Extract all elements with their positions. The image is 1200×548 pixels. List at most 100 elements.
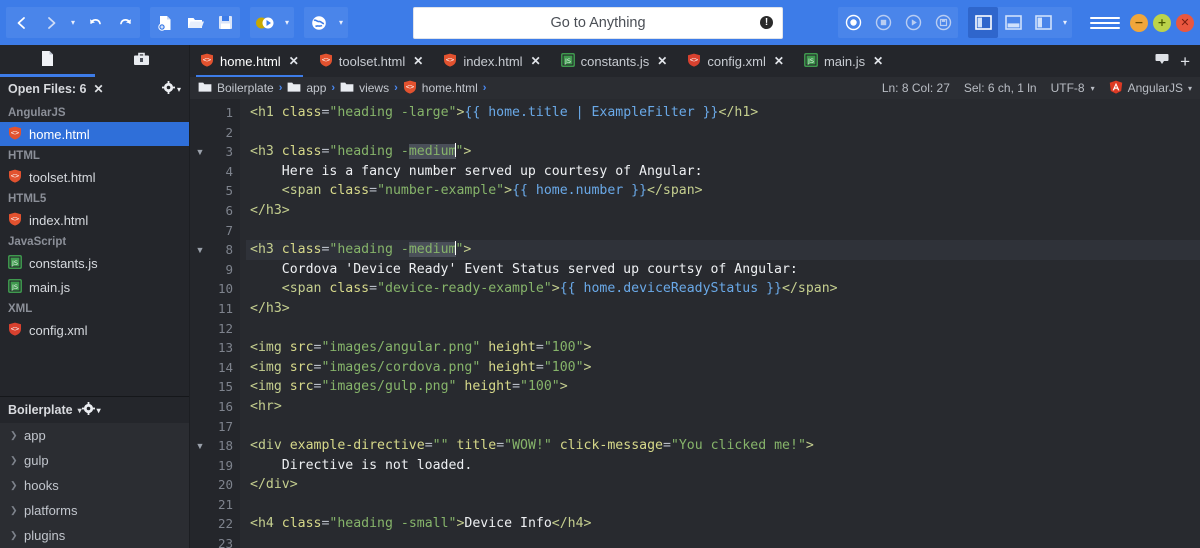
- code-line[interactable]: [246, 534, 1200, 548]
- open-files-settings-button[interactable]: ▾: [161, 81, 181, 97]
- project-tree-item[interactable]: ❯ gulp: [0, 448, 189, 473]
- chevron-right-icon[interactable]: ❯: [10, 430, 18, 441]
- chevron-right-icon[interactable]: ❯: [10, 480, 18, 491]
- code-line[interactable]: <h4 class="heading -small">Device Info</…: [246, 514, 1200, 534]
- breadcrumb-item[interactable]: <> home.html: [403, 80, 478, 97]
- code-line[interactable]: [246, 319, 1200, 339]
- code-line[interactable]: </h3>: [246, 299, 1200, 319]
- open-file-item[interactable]: <> index.html: [0, 208, 189, 232]
- code-line[interactable]: <span class="device-ready-example">{{ ho…: [246, 279, 1200, 299]
- code-line[interactable]: Directive is not loaded.: [246, 456, 1200, 476]
- code-line[interactable]: <span class="number-example">{{ home.num…: [246, 181, 1200, 201]
- fold-toggle-icon[interactable]: ▼: [190, 142, 210, 162]
- macro-save-icon[interactable]: [928, 7, 958, 38]
- code-line[interactable]: Here is a fancy number served up courtes…: [246, 162, 1200, 182]
- undo-icon[interactable]: [80, 7, 110, 38]
- maximize-button[interactable]: +: [1153, 13, 1171, 32]
- code-line[interactable]: <h3 class="heading -medium">: [246, 142, 1200, 162]
- open-file-item[interactable]: <> toolset.html: [0, 165, 189, 189]
- code-line[interactable]: <hr>: [246, 397, 1200, 417]
- toggle-bottom-pane-icon[interactable]: [998, 7, 1028, 38]
- panes-chevron-down-icon[interactable]: ▾: [1058, 7, 1072, 38]
- open-file-item[interactable]: JS main.js: [0, 275, 189, 299]
- editor-tab[interactable]: <> index.html ✕: [433, 45, 550, 77]
- breadcrumb-item[interactable]: Boilerplate: [198, 81, 274, 96]
- code-line[interactable]: [246, 417, 1200, 437]
- line-number: 2: [225, 124, 233, 140]
- minimize-button[interactable]: −: [1130, 13, 1148, 32]
- project-tree-item[interactable]: ❯ plugins: [0, 523, 189, 548]
- breadcrumb-status-bar: Boilerplate › app › views › <> home.html › Ln: 8…: [190, 77, 1200, 99]
- chevron-down-icon[interactable]: ▾: [66, 7, 80, 38]
- info-icon[interactable]: !: [760, 16, 773, 29]
- close-button[interactable]: ✕: [1176, 13, 1194, 32]
- code-line[interactable]: <h1 class="heading -large">{{ home.title…: [246, 103, 1200, 123]
- close-icon[interactable]: ✕: [413, 54, 423, 68]
- encoding-chevron-down-icon[interactable]: ▾: [1091, 84, 1095, 93]
- run-chevron-down-icon[interactable]: ▾: [280, 7, 294, 38]
- editor-tab[interactable]: <> config.xml ✕: [677, 45, 794, 77]
- sidebar-tab-toolbox[interactable]: [95, 45, 190, 77]
- preview-chevron-down-icon[interactable]: ▾: [334, 7, 348, 38]
- code-line[interactable]: </div>: [246, 475, 1200, 495]
- fold-toggle-icon[interactable]: ▼: [190, 240, 210, 260]
- redo-icon[interactable]: [110, 7, 140, 38]
- toggle-right-pane-icon[interactable]: [1028, 7, 1058, 38]
- code-line[interactable]: [246, 123, 1200, 143]
- toggle-left-pane-icon[interactable]: [968, 7, 998, 38]
- breadcrumb-item[interactable]: app: [287, 81, 326, 96]
- close-icon[interactable]: ✕: [774, 54, 784, 68]
- chevron-right-icon[interactable]: ❯: [10, 505, 18, 516]
- code-line[interactable]: </h3>: [246, 201, 1200, 221]
- new-file-icon[interactable]: [150, 7, 180, 38]
- macro-play-icon[interactable]: [898, 7, 928, 38]
- save-file-icon[interactable]: [210, 7, 240, 38]
- editor-tab[interactable]: JS main.js ✕: [794, 45, 893, 77]
- close-icon[interactable]: ✕: [657, 54, 667, 68]
- editor-tab[interactable]: JS constants.js ✕: [551, 45, 678, 77]
- editor-tab[interactable]: <> toolset.html ✕: [309, 45, 434, 77]
- code-editor[interactable]: ▼ ▼ ▼ 1 2 3 4 5 6 7 8 9 10 11 12 13 14 15 16 17 18 19 20 21 22 2…: [190, 99, 1200, 548]
- line-number: 7: [225, 222, 233, 238]
- open-file-item[interactable]: <> home.html: [0, 122, 189, 146]
- project-settings-button[interactable]: ▾: [81, 402, 101, 418]
- fold-toggle-icon[interactable]: ▼: [190, 436, 210, 456]
- code-token: </h3>: [250, 202, 290, 218]
- hamburger-menu-icon[interactable]: [1090, 11, 1120, 35]
- code-line[interactable]: [246, 221, 1200, 241]
- open-file-item[interactable]: <> config.xml: [0, 318, 189, 342]
- code-line[interactable]: <img src="images/cordova.png" height="10…: [246, 358, 1200, 378]
- editor-tab[interactable]: <> home.html ✕: [190, 45, 309, 77]
- globe-icon[interactable]: [304, 7, 334, 38]
- close-all-files-icon[interactable]: ✕: [94, 82, 104, 96]
- sidebar-tab-files[interactable]: [0, 45, 95, 77]
- code-line[interactable]: Cordova 'Device Ready' Event Status serv…: [246, 260, 1200, 280]
- code-line[interactable]: [246, 495, 1200, 515]
- forward-icon[interactable]: [36, 7, 66, 38]
- close-icon[interactable]: ✕: [531, 54, 541, 68]
- go-to-anything-input[interactable]: Go to Anything !: [413, 6, 783, 39]
- chevron-right-icon[interactable]: ❯: [10, 530, 18, 541]
- project-tree-item[interactable]: ❯ platforms: [0, 498, 189, 523]
- chevron-right-icon[interactable]: ❯: [10, 455, 18, 466]
- breadcrumb-item[interactable]: views: [340, 81, 389, 96]
- open-file-item[interactable]: JS constants.js: [0, 251, 189, 275]
- close-icon[interactable]: ✕: [289, 54, 299, 68]
- macro-stop-icon[interactable]: [868, 7, 898, 38]
- macro-record-icon[interactable]: [838, 7, 868, 38]
- project-tree-item[interactable]: ❯ hooks: [0, 473, 189, 498]
- close-icon[interactable]: ✕: [873, 54, 883, 68]
- language-selector[interactable]: AngularJS ▾: [1109, 80, 1192, 97]
- run-command-icon[interactable]: [250, 7, 280, 38]
- code-content[interactable]: <h1 class="heading -large">{{ home.title…: [240, 99, 1200, 548]
- code-line[interactable]: <h3 class="heading -medium">: [246, 240, 1200, 260]
- new-tab-icon[interactable]: +: [1180, 53, 1190, 70]
- code-line[interactable]: <div example-directive="" title="WOW!" c…: [246, 436, 1200, 456]
- code-line[interactable]: <img src="images/gulp.png" height="100">: [246, 377, 1200, 397]
- back-icon[interactable]: [6, 7, 36, 38]
- code-line[interactable]: <img src="images/angular.png" height="10…: [246, 338, 1200, 358]
- encoding-selector[interactable]: UTF-8: [1051, 81, 1085, 95]
- open-file-icon[interactable]: [180, 7, 210, 38]
- project-tree-item[interactable]: ❯ app: [0, 423, 189, 448]
- tab-list-icon[interactable]: [1154, 52, 1170, 70]
